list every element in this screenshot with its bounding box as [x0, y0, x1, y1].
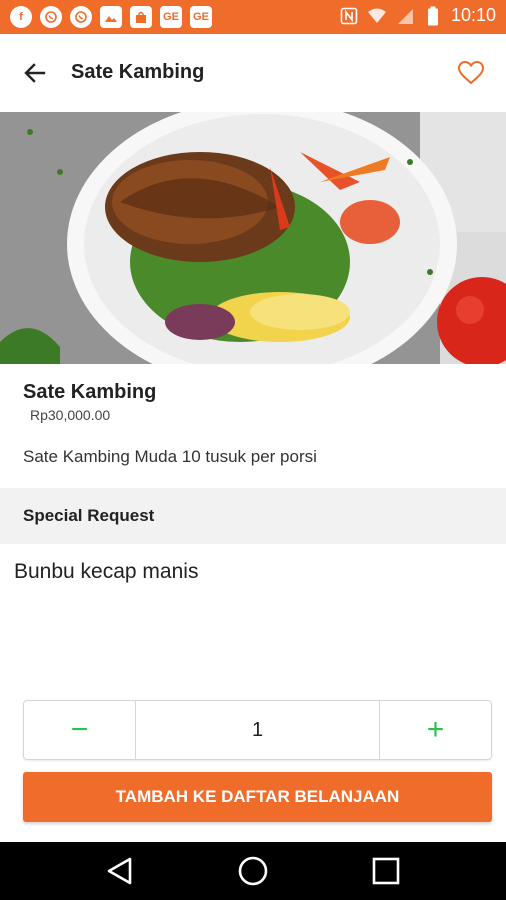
notification-icons: f GE GE: [10, 6, 212, 28]
back-triangle-icon: [107, 857, 132, 885]
product-name: Sate Kambing: [23, 381, 157, 403]
favorite-button[interactable]: [454, 56, 488, 90]
battery-icon: [423, 6, 443, 26]
product-image: [0, 112, 506, 364]
product-description: Sate Kambing Muda 10 tusuk per porsi: [23, 447, 317, 466]
back-button[interactable]: [18, 56, 52, 90]
minus-icon: −: [70, 713, 89, 746]
special-request-input[interactable]: Bunbu kecap manis: [14, 560, 198, 584]
app-bar: Sate Kambing: [0, 34, 506, 112]
system-icons: 10:10: [339, 5, 496, 26]
add-to-cart-label: TAMBAH KE DAFTAR BELANJAAN: [115, 787, 400, 806]
nav-recents-button[interactable]: [369, 854, 403, 888]
status-time: 10:10: [450, 5, 496, 25]
decrease-quantity-button[interactable]: −: [24, 701, 136, 759]
special-request-label: Special Request: [23, 506, 155, 525]
whatsapp-icon: [40, 6, 62, 28]
navigation-bar: [0, 842, 506, 900]
increase-quantity-button[interactable]: +: [379, 701, 491, 759]
page-title: Sate Kambing: [71, 61, 205, 83]
nav-home-button[interactable]: [236, 854, 270, 888]
plus-icon: +: [426, 713, 445, 746]
status-bar: f GE GE 10:10: [0, 0, 506, 34]
ge-icon: GE: [190, 6, 212, 28]
quantity-value: 1: [251, 718, 264, 741]
quantity-stepper: − 1 +: [23, 700, 492, 760]
facebook-icon: f: [10, 6, 32, 28]
recents-square-icon: [372, 857, 400, 885]
product-price: Rp30,000.00: [30, 407, 111, 423]
shopping-bag-icon: [130, 6, 152, 28]
nfc-icon: [339, 6, 359, 26]
signal-icon: [395, 6, 415, 26]
nav-back-button[interactable]: [103, 854, 137, 888]
image-icon: [100, 6, 122, 28]
home-circle-icon: [238, 856, 268, 886]
heart-outline-icon: [457, 60, 485, 85]
special-request-header: Special Request: [0, 488, 506, 544]
wifi-icon: [367, 6, 387, 26]
whatsapp-icon: [70, 6, 92, 28]
ge-icon: GE: [160, 6, 182, 28]
add-to-cart-button[interactable]: TAMBAH KE DAFTAR BELANJAAN: [23, 772, 492, 822]
arrow-left-icon: [24, 63, 46, 83]
